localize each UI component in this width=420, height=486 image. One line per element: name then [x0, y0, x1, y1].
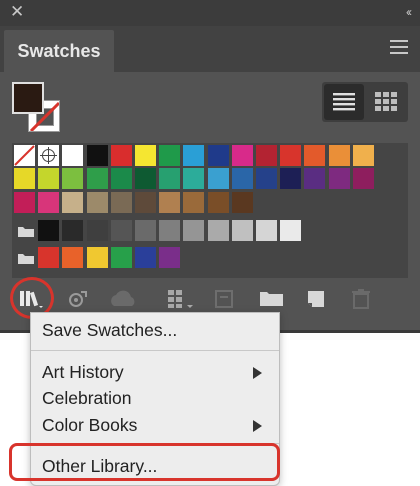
panel-titlebar: ✕ ‹‹ — [0, 0, 420, 26]
color-swatch[interactable] — [159, 168, 181, 189]
color-swatch[interactable] — [231, 145, 253, 166]
color-swatch[interactable] — [86, 145, 108, 166]
color-swatch[interactable] — [352, 145, 374, 166]
color-swatch[interactable] — [135, 247, 156, 268]
color-swatch[interactable] — [110, 247, 132, 268]
color-swatch[interactable] — [135, 145, 156, 166]
new-folder-icon[interactable] — [259, 288, 285, 310]
color-swatch[interactable] — [280, 220, 302, 241]
grid-view-icon[interactable] — [366, 84, 406, 120]
menu-item-celebration[interactable]: Celebration — [31, 385, 279, 411]
new-color-group-icon[interactable] — [214, 288, 236, 310]
menu-item-save-swatches[interactable]: Save Swatches... — [31, 317, 279, 343]
color-swatch[interactable] — [328, 145, 350, 166]
swatch-options-icon[interactable] — [166, 288, 196, 310]
color-swatch[interactable] — [256, 145, 277, 166]
menu-item-label: Save Swatches... — [42, 320, 178, 340]
color-swatch[interactable] — [110, 168, 132, 189]
view-toggle — [322, 82, 408, 122]
color-swatch[interactable] — [280, 168, 302, 189]
color-swatch[interactable] — [110, 192, 132, 213]
color-swatch[interactable] — [159, 247, 181, 268]
color-swatch[interactable] — [159, 220, 181, 241]
color-swatch[interactable] — [86, 247, 108, 268]
color-swatch[interactable] — [256, 220, 277, 241]
color-swatch[interactable] — [328, 168, 350, 189]
color-swatch[interactable] — [207, 220, 229, 241]
color-swatch[interactable] — [183, 168, 205, 189]
color-swatch[interactable] — [14, 168, 35, 189]
collapse-icon[interactable]: ‹‹ — [406, 5, 412, 19]
color-swatch[interactable] — [159, 192, 181, 213]
color-swatch[interactable] — [231, 168, 253, 189]
color-swatch[interactable] — [62, 192, 84, 213]
color-swatch[interactable] — [62, 145, 84, 166]
close-icon[interactable]: ✕ — [10, 3, 24, 21]
color-swatch[interactable] — [352, 168, 374, 189]
color-swatch[interactable] — [62, 247, 84, 268]
color-swatch[interactable] — [135, 220, 156, 241]
none-swatch[interactable] — [14, 145, 35, 166]
swatch-grid — [12, 143, 408, 278]
color-swatch[interactable] — [14, 192, 35, 213]
color-swatch[interactable] — [110, 220, 132, 241]
panel-bottom-toolbar — [0, 280, 420, 316]
color-swatch[interactable] — [135, 192, 156, 213]
show-swatch-kinds-icon[interactable] — [67, 288, 89, 310]
color-swatch[interactable] — [86, 192, 108, 213]
highlight-box-annotation — [9, 443, 280, 481]
color-swatch[interactable] — [86, 168, 108, 189]
fill-stroke-proxy[interactable] — [12, 82, 62, 134]
color-swatch[interactable] — [183, 220, 205, 241]
color-swatch[interactable] — [62, 220, 84, 241]
color-swatch[interactable] — [207, 192, 229, 213]
folder-icon[interactable] — [18, 225, 34, 237]
color-swatch[interactable] — [110, 145, 132, 166]
delete-swatch-icon[interactable] — [350, 288, 372, 310]
color-swatch[interactable] — [207, 145, 229, 166]
color-swatch[interactable] — [159, 145, 181, 166]
folder-icon[interactable] — [18, 252, 34, 264]
registration-swatch[interactable] — [38, 145, 60, 166]
tab-swatches[interactable]: Swatches — [4, 30, 114, 72]
color-swatch[interactable] — [304, 168, 326, 189]
submenu-arrow-icon — [253, 367, 262, 379]
menu-item-label: Art History — [42, 362, 124, 382]
color-swatch[interactable] — [86, 220, 108, 241]
list-view-icon[interactable] — [324, 84, 364, 120]
fill-swatch[interactable] — [12, 82, 44, 114]
color-swatch[interactable] — [135, 168, 156, 189]
color-swatch[interactable] — [183, 192, 205, 213]
color-swatch[interactable] — [304, 145, 326, 166]
cloud-library-icon[interactable] — [108, 288, 140, 310]
color-swatch[interactable] — [231, 192, 253, 213]
new-swatch-icon[interactable] — [305, 288, 327, 310]
color-swatch[interactable] — [280, 145, 302, 166]
swatches-panel: ✕ ‹‹ Swatches — [0, 0, 420, 333]
color-swatch[interactable] — [256, 168, 277, 189]
menu-item-art-history[interactable]: Art History — [31, 359, 279, 385]
color-swatch[interactable] — [62, 168, 84, 189]
color-swatch[interactable] — [231, 220, 253, 241]
menu-item-label: Celebration — [42, 388, 132, 408]
color-swatch[interactable] — [38, 192, 60, 213]
hamburger-menu-icon[interactable] — [390, 40, 408, 58]
color-swatch[interactable] — [38, 247, 60, 268]
menu-item-label: Color Books — [42, 415, 138, 435]
color-swatch[interactable] — [38, 220, 60, 241]
tab-strip: Swatches — [0, 26, 420, 72]
color-swatch[interactable] — [183, 145, 205, 166]
submenu-arrow-icon — [253, 420, 262, 432]
color-swatch[interactable] — [38, 168, 60, 189]
menu-item-color-books[interactable]: Color Books — [31, 412, 279, 438]
color-swatch[interactable] — [207, 168, 229, 189]
menu-separator — [31, 350, 279, 351]
